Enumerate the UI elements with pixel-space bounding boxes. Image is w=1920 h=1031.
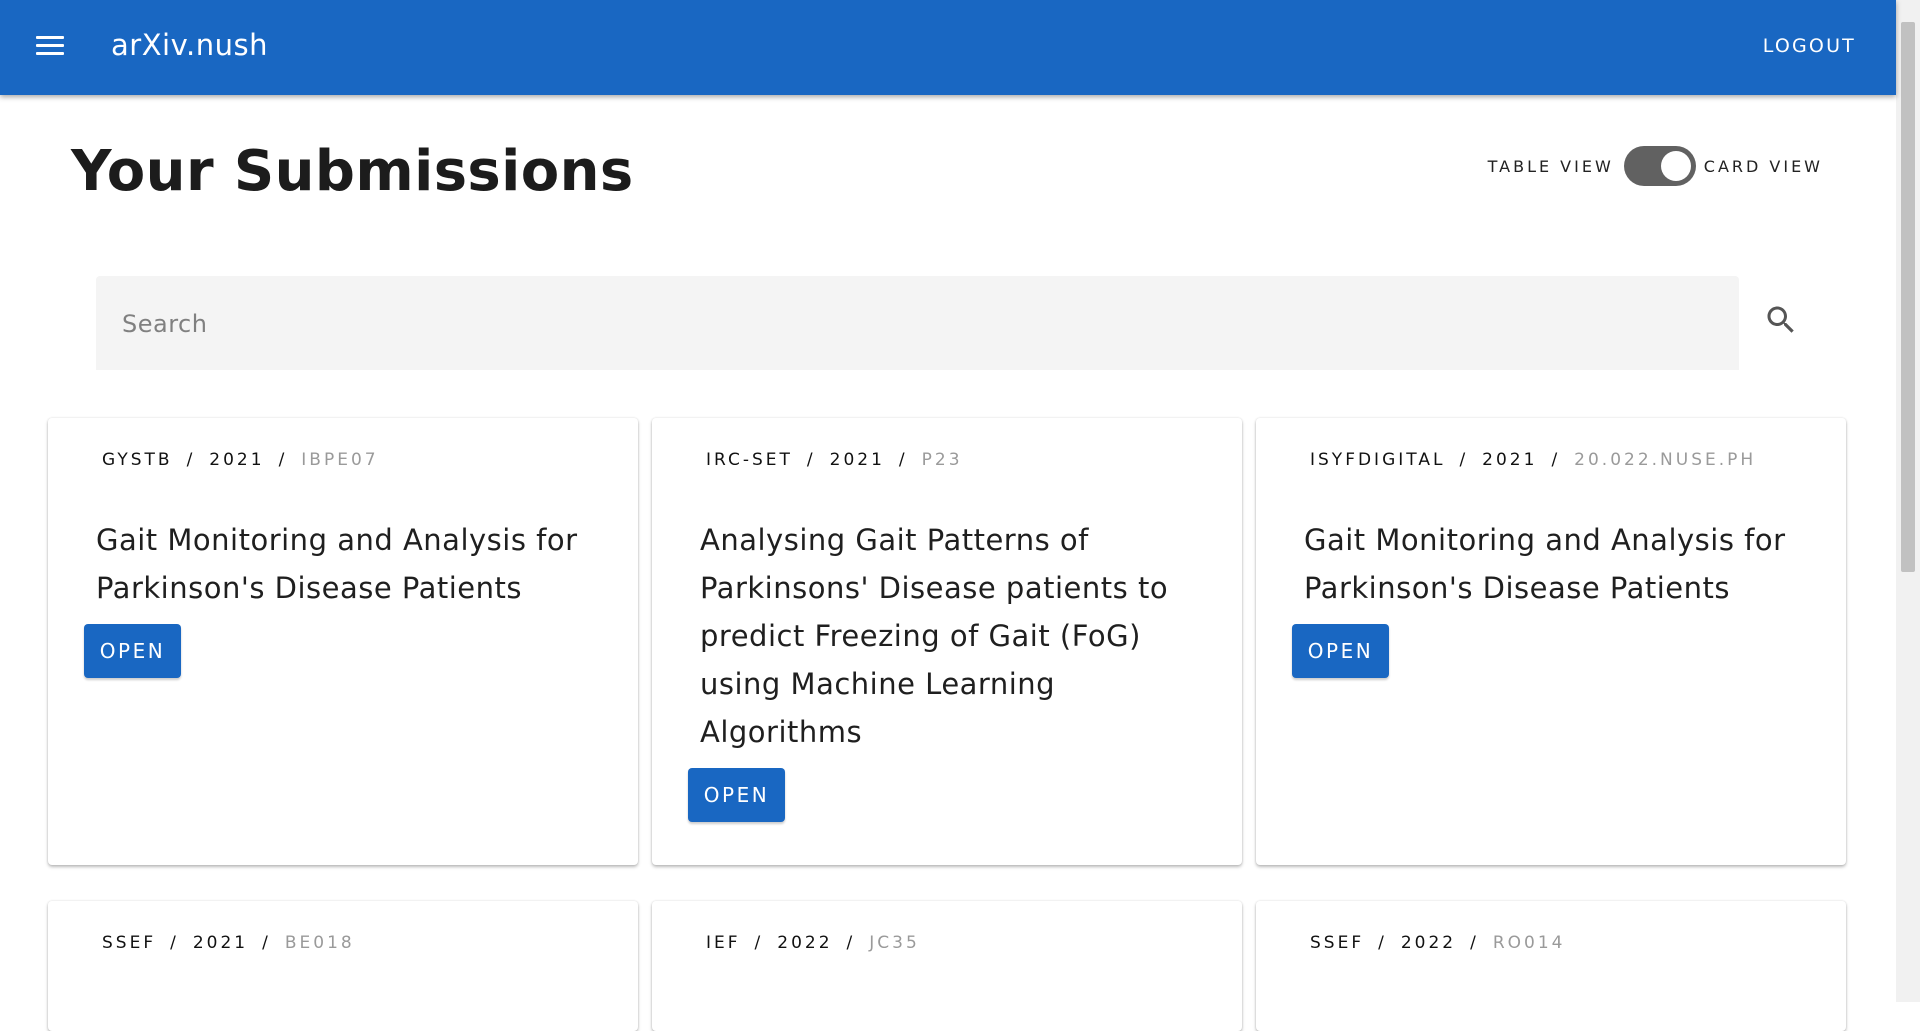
- open-button[interactable]: OPEN: [688, 768, 785, 822]
- card-meta: SSEF/2022/RO014: [1310, 933, 1566, 953]
- submission-card: GYSTB/2021/IBPE07 Gait Monitoring and An…: [48, 418, 638, 865]
- card-competition[interactable]: GYSTB: [102, 450, 173, 470]
- app-bar: arXiv.nush LOGOUT: [0, 0, 1896, 95]
- open-button[interactable]: OPEN: [84, 624, 181, 678]
- submission-card: SSEF/2021/BE018: [48, 901, 638, 1031]
- submission-card: IEF/2022/JC35: [652, 901, 1242, 1031]
- table-view-label[interactable]: TABLE VIEW: [1488, 157, 1614, 176]
- card-year[interactable]: 2022: [777, 933, 832, 953]
- card-year[interactable]: 2021: [209, 450, 264, 470]
- search-input[interactable]: [120, 276, 1724, 372]
- search-icon[interactable]: [1763, 302, 1799, 338]
- card-code: 20.022.NUSE.PH: [1574, 450, 1757, 470]
- card-competition[interactable]: IRC-SET: [706, 450, 793, 470]
- search-field: [96, 276, 1739, 372]
- card-code: BE018: [284, 933, 355, 953]
- view-toggle: TABLE VIEW CARD VIEW: [1488, 146, 1823, 186]
- card-title: Gait Monitoring and Analysis for Parkins…: [1304, 523, 1786, 605]
- card-code: IBPE07: [301, 450, 379, 470]
- card-code: RO014: [1492, 933, 1566, 953]
- card-year[interactable]: 2021: [1482, 450, 1537, 470]
- card-meta: ISYFDIGITAL/2021/20.022.NUSE.PH: [1310, 450, 1757, 470]
- view-switch-knob: [1660, 151, 1691, 181]
- submission-card: ISYFDIGITAL/2021/20.022.NUSE.PH Gait Mon…: [1256, 418, 1846, 865]
- app-title[interactable]: arXiv.nush: [111, 28, 268, 62]
- logout-button[interactable]: LOGOUT: [1763, 35, 1856, 57]
- submission-card: SSEF/2022/RO014: [1256, 901, 1846, 1031]
- card-meta: IRC-SET/2021/P23: [706, 450, 963, 470]
- card-title: Analysing Gait Patterns of Parkinsons' D…: [700, 523, 1169, 749]
- card-year[interactable]: 2021: [830, 450, 885, 470]
- card-competition[interactable]: SSEF: [102, 933, 156, 953]
- scrollbar-thumb[interactable]: [1901, 22, 1915, 572]
- card-code: JC35: [869, 933, 920, 953]
- card-year[interactable]: 2021: [193, 933, 248, 953]
- page-scrollbar[interactable]: [1896, 0, 1920, 1002]
- card-title: Gait Monitoring and Analysis for Parkins…: [96, 523, 578, 605]
- menu-icon[interactable]: [36, 34, 66, 58]
- submission-card: IRC-SET/2021/P23 Analysing Gait Patterns…: [652, 418, 1242, 865]
- card-view-label[interactable]: CARD VIEW: [1704, 157, 1823, 176]
- page-title: Your Submissions: [71, 139, 634, 204]
- card-competition[interactable]: SSEF: [1310, 933, 1364, 953]
- open-button[interactable]: OPEN: [1292, 624, 1389, 678]
- card-meta: SSEF/2021/BE018: [102, 933, 355, 953]
- card-meta: GYSTB/2021/IBPE07: [102, 450, 379, 470]
- card-competition[interactable]: IEF: [706, 933, 741, 953]
- card-competition[interactable]: ISYFDIGITAL: [1310, 450, 1445, 470]
- card-meta: IEF/2022/JC35: [706, 933, 920, 953]
- card-code: P23: [921, 450, 963, 470]
- card-year[interactable]: 2022: [1401, 933, 1456, 953]
- view-switch[interactable]: [1623, 146, 1696, 186]
